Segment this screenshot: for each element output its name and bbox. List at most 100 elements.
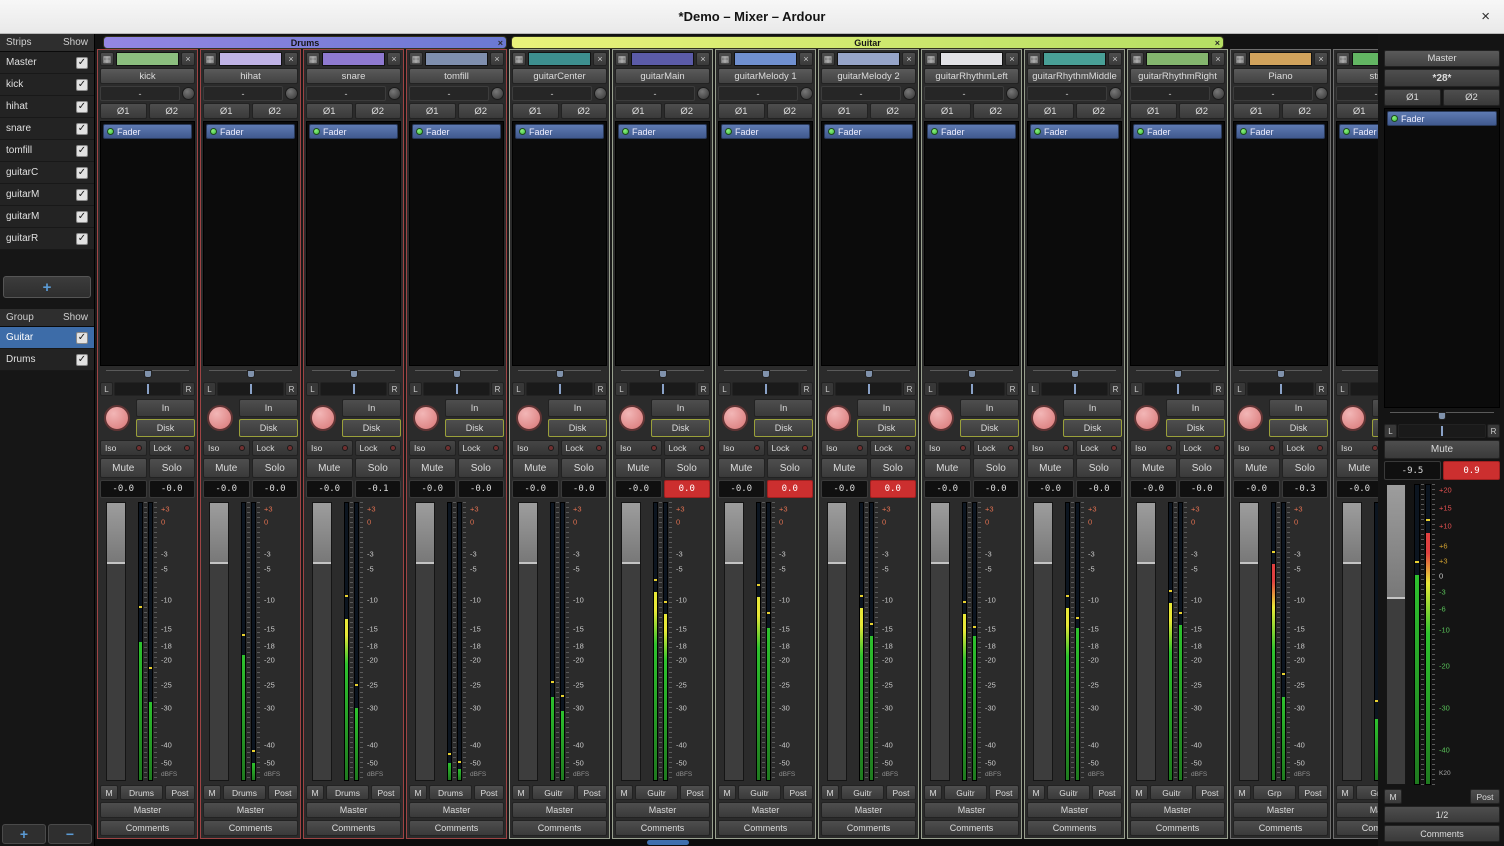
- solo-isolate-button[interactable]: Iso: [718, 440, 765, 456]
- remove-group-button[interactable]: −: [48, 824, 92, 844]
- monitor-disk-button[interactable]: Disk: [136, 419, 195, 437]
- meter-point-button[interactable]: Post: [1298, 785, 1328, 800]
- phase-2-button[interactable]: Ø2: [973, 103, 1020, 119]
- peak-display[interactable]: -0.0: [149, 480, 196, 498]
- strip-name-button[interactable]: snare: [306, 68, 401, 84]
- phase-2-button[interactable]: Ø2: [561, 103, 608, 119]
- record-enable-button[interactable]: [1031, 405, 1057, 431]
- processor-box[interactable]: Fader: [1027, 121, 1122, 366]
- trim-knob[interactable]: [1212, 87, 1225, 100]
- mute-button[interactable]: Mute: [1130, 458, 1177, 478]
- gain-display[interactable]: -0.0: [1336, 480, 1378, 498]
- meter-point-button[interactable]: Post: [783, 785, 813, 800]
- group-button[interactable]: Guitr: [841, 785, 884, 800]
- peak-display[interactable]: -0.0: [1179, 480, 1226, 498]
- comments-button[interactable]: Comments: [100, 820, 195, 836]
- record-enable-button[interactable]: [1340, 405, 1366, 431]
- strip-width-button[interactable]: ▦: [924, 52, 938, 66]
- window-close-icon[interactable]: ×: [1481, 8, 1490, 25]
- solo-isolate-button[interactable]: Iso: [409, 440, 456, 456]
- master-meter-point-button[interactable]: Post: [1470, 789, 1500, 804]
- strip-name-button[interactable]: tomfill: [409, 68, 504, 84]
- group-button[interactable]: Drums: [429, 785, 472, 800]
- solo-lock-button[interactable]: Lock: [149, 440, 196, 456]
- group-button[interactable]: Drums: [223, 785, 266, 800]
- meter-point-button[interactable]: Post: [474, 785, 504, 800]
- gain-display[interactable]: -0.0: [1027, 480, 1074, 498]
- group-button[interactable]: Grp: [1253, 785, 1296, 800]
- gain-fader[interactable]: [1342, 502, 1362, 781]
- solo-isolate-button[interactable]: Iso: [615, 440, 662, 456]
- horizontal-scrollbar[interactable]: [95, 839, 1378, 846]
- visibility-checkbox[interactable]: ✓: [76, 145, 88, 157]
- monitor-disk-button[interactable]: Disk: [1269, 419, 1328, 437]
- group-button[interactable]: Guitr: [532, 785, 575, 800]
- solo-button[interactable]: Solo: [1076, 458, 1123, 478]
- solo-isolate-button[interactable]: Iso: [1130, 440, 1177, 456]
- output-button[interactable]: Master: [100, 802, 195, 818]
- mute-button[interactable]: Mute: [1336, 458, 1378, 478]
- fader-led[interactable]: [725, 128, 732, 135]
- strip-name-button[interactable]: guitarMain: [615, 68, 710, 84]
- gain-fader[interactable]: [209, 502, 229, 781]
- fader-led[interactable]: [416, 128, 423, 135]
- output-button[interactable]: Master: [1027, 802, 1122, 818]
- mute-button[interactable]: Mute: [203, 458, 250, 478]
- output-button[interactable]: Master: [306, 802, 401, 818]
- record-enable-button[interactable]: [413, 405, 439, 431]
- solo-isolate-button[interactable]: Iso: [1233, 440, 1280, 456]
- phase-2-button[interactable]: Ø2: [458, 103, 505, 119]
- solo-button[interactable]: Solo: [149, 458, 196, 478]
- strip-name-button[interactable]: guitarRhythmMiddle: [1027, 68, 1122, 84]
- group-button[interactable]: Guitr: [1047, 785, 1090, 800]
- sidebar-list-item[interactable]: snare ✓: [0, 118, 94, 140]
- meter-point-button[interactable]: Post: [577, 785, 607, 800]
- processor-box[interactable]: Fader: [409, 121, 504, 366]
- group-button[interactable]: Drums: [120, 785, 163, 800]
- master-gain-display[interactable]: -9.5: [1384, 461, 1441, 480]
- solo-button[interactable]: Solo: [561, 458, 608, 478]
- fader-processor-entry[interactable]: Fader: [824, 124, 913, 139]
- record-enable-button[interactable]: [1237, 405, 1263, 431]
- pan-handle[interactable]: [762, 370, 770, 378]
- master-fader[interactable]: [1386, 484, 1406, 785]
- master-comments-button[interactable]: Comments: [1384, 825, 1500, 842]
- processor-box[interactable]: Fader: [615, 121, 710, 366]
- strip-name-button[interactable]: hihat: [203, 68, 298, 84]
- pan-handle[interactable]: [659, 370, 667, 378]
- pan-track[interactable]: [1041, 382, 1108, 396]
- solo-button[interactable]: Solo: [870, 458, 917, 478]
- solo-isolate-button[interactable]: Iso: [512, 440, 559, 456]
- record-enable-button[interactable]: [104, 405, 130, 431]
- solo-isolate-button[interactable]: Iso: [100, 440, 147, 456]
- strip-hide-button[interactable]: ×: [593, 52, 607, 66]
- strip-hide-button[interactable]: ×: [1005, 52, 1019, 66]
- pan-handle[interactable]: [350, 370, 358, 378]
- phase-2-button[interactable]: Ø2: [1179, 103, 1226, 119]
- meter-point-button[interactable]: Post: [268, 785, 298, 800]
- pan-track[interactable]: [114, 382, 181, 396]
- strip-name-button[interactable]: guitarRhythmRight: [1130, 68, 1225, 84]
- strip-color-bar[interactable]: [837, 52, 900, 66]
- strip-width-button[interactable]: ▦: [1233, 52, 1247, 66]
- trim-button[interactable]: -: [203, 86, 283, 101]
- comments-button[interactable]: Comments: [615, 820, 710, 836]
- sidebar-list-item[interactable]: Master ✓: [0, 52, 94, 74]
- processor-box[interactable]: Fader: [1336, 121, 1378, 366]
- monitor-disk-button[interactable]: Disk: [239, 419, 298, 437]
- fader-processor-entry[interactable]: Fader: [206, 124, 295, 139]
- strip-name-button[interactable]: guitarMelody 2: [821, 68, 916, 84]
- h-scrollbar-handle[interactable]: [647, 840, 689, 845]
- group-button[interactable]: Guitr: [635, 785, 678, 800]
- strip-width-button[interactable]: ▦: [306, 52, 320, 66]
- strip-width-button[interactable]: ▦: [615, 52, 629, 66]
- master-name-button[interactable]: Master: [1384, 50, 1500, 67]
- pan-track[interactable]: [423, 382, 490, 396]
- solo-isolate-button[interactable]: Iso: [1027, 440, 1074, 456]
- trim-button[interactable]: -: [1027, 86, 1107, 101]
- monitor-input-button[interactable]: In: [1269, 399, 1328, 417]
- fader-processor-entry[interactable]: Fader: [515, 124, 604, 139]
- phase-1-button[interactable]: Ø1: [512, 103, 559, 119]
- meter-point-button[interactable]: Post: [886, 785, 916, 800]
- visibility-checkbox[interactable]: ✓: [76, 79, 88, 91]
